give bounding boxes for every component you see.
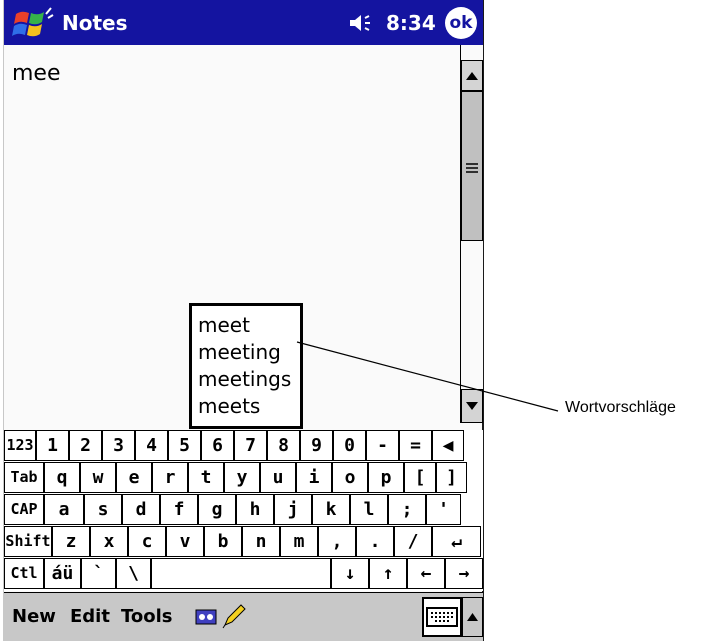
- command-bar: New Edit Tools: [4, 592, 483, 641]
- key[interactable]: 2: [69, 430, 102, 461]
- key[interactable]: u: [260, 462, 296, 493]
- key[interactable]: ': [426, 494, 461, 525]
- ctrl-key[interactable]: Ctl: [4, 558, 44, 589]
- input-panel-button[interactable]: [422, 597, 462, 637]
- scroll-down-button[interactable]: [461, 389, 483, 423]
- key[interactable]: /: [394, 526, 432, 557]
- suggestion-item[interactable]: meet: [198, 313, 250, 337]
- key[interactable]: \: [116, 558, 151, 589]
- key[interactable]: =: [399, 430, 432, 461]
- space-key[interactable]: [151, 558, 331, 589]
- key[interactable]: 3: [102, 430, 135, 461]
- keyboard-icon: [426, 607, 458, 627]
- key[interactable]: f: [160, 494, 198, 525]
- key[interactable]: ,: [318, 526, 356, 557]
- note-text[interactable]: mee: [12, 61, 61, 86]
- key[interactable]: y: [224, 462, 260, 493]
- vertical-scrollbar[interactable]: [460, 45, 483, 423]
- key[interactable]: c: [128, 526, 166, 557]
- key[interactable]: ]: [436, 462, 467, 493]
- key[interactable]: 1: [36, 430, 69, 461]
- recorder-icon[interactable]: [195, 608, 217, 626]
- key[interactable]: n: [242, 526, 280, 557]
- key[interactable]: d: [122, 494, 160, 525]
- menu-tools[interactable]: Tools: [121, 606, 173, 627]
- key[interactable]: t: [188, 462, 224, 493]
- right-arrow-key[interactable]: →: [445, 558, 483, 589]
- key[interactable]: 4: [135, 430, 168, 461]
- title-bar: Notes 8:34 ok: [4, 0, 483, 45]
- key[interactable]: -: [366, 430, 399, 461]
- key[interactable]: 0: [333, 430, 366, 461]
- pocket-pc-screen: Notes 8:34 ok mee meet meeting meetings …: [3, 0, 484, 641]
- key[interactable]: .: [356, 526, 394, 557]
- key[interactable]: q: [44, 462, 80, 493]
- scroll-up-button[interactable]: [461, 60, 483, 91]
- key[interactable]: x: [90, 526, 128, 557]
- left-arrow-key[interactable]: ←: [407, 558, 445, 589]
- key[interactable]: o: [332, 462, 368, 493]
- word-suggestion-popup: meet meeting meetings meets: [189, 303, 303, 429]
- tab-key[interactable]: Tab: [4, 462, 44, 493]
- app-title: Notes: [62, 11, 128, 35]
- key[interactable]: w: [80, 462, 116, 493]
- menu-edit[interactable]: Edit: [70, 606, 110, 627]
- key[interactable]: g: [198, 494, 236, 525]
- backspace-key[interactable]: ◀: [432, 430, 464, 461]
- key[interactable]: a: [44, 494, 84, 525]
- pen-icon[interactable]: [221, 603, 247, 629]
- accented-chars-key[interactable]: áü: [44, 558, 81, 589]
- scroll-up-arrow-icon: [466, 72, 478, 80]
- enter-key[interactable]: ↵: [432, 526, 481, 557]
- ok-button[interactable]: ok: [445, 7, 477, 39]
- scroll-down-arrow-icon: [466, 402, 478, 410]
- key[interactable]: p: [368, 462, 404, 493]
- caps-lock-key[interactable]: CAP: [4, 494, 44, 525]
- key[interactable]: 5: [168, 430, 201, 461]
- suggestion-item[interactable]: meets: [198, 394, 260, 418]
- grip-icon: [466, 163, 478, 173]
- up-arrow-icon: [467, 613, 478, 621]
- key[interactable]: `: [81, 558, 116, 589]
- key[interactable]: r: [152, 462, 188, 493]
- key[interactable]: e: [116, 462, 152, 493]
- key[interactable]: l: [350, 494, 388, 525]
- key[interactable]: k: [312, 494, 350, 525]
- key[interactable]: z: [52, 526, 90, 557]
- key[interactable]: i: [296, 462, 332, 493]
- scroll-thumb[interactable]: [461, 91, 483, 241]
- key[interactable]: j: [274, 494, 312, 525]
- key[interactable]: h: [236, 494, 274, 525]
- up-arrow-key[interactable]: ↑: [369, 558, 407, 589]
- speaker-icon[interactable]: [348, 12, 378, 34]
- key[interactable]: m: [280, 526, 318, 557]
- input-method-menu-button[interactable]: [462, 597, 483, 637]
- key[interactable]: [: [404, 462, 436, 493]
- shift-key[interactable]: Shift: [4, 526, 52, 557]
- key[interactable]: 8: [267, 430, 300, 461]
- menu-new[interactable]: New: [12, 606, 56, 627]
- key[interactable]: ;: [388, 494, 426, 525]
- key[interactable]: 9: [300, 430, 333, 461]
- key[interactable]: v: [166, 526, 204, 557]
- callout-label: Wortvorschläge: [565, 399, 676, 416]
- numeric-keypad-key[interactable]: 123: [4, 430, 36, 461]
- key[interactable]: s: [84, 494, 122, 525]
- suggestion-item[interactable]: meeting: [198, 340, 281, 364]
- clock[interactable]: 8:34: [386, 11, 436, 35]
- key[interactable]: b: [204, 526, 242, 557]
- windows-start-icon[interactable]: [10, 6, 54, 40]
- down-arrow-key[interactable]: ↓: [331, 558, 369, 589]
- key[interactable]: 7: [234, 430, 267, 461]
- soft-keyboard: 123 1 2 3 4 5 6 7 8 9 0- = ◀ Tab q w e r t y u i o p[] CAP a s d f g h…: [4, 430, 483, 591]
- suggestion-item[interactable]: meetings: [198, 367, 291, 391]
- key[interactable]: 6: [201, 430, 234, 461]
